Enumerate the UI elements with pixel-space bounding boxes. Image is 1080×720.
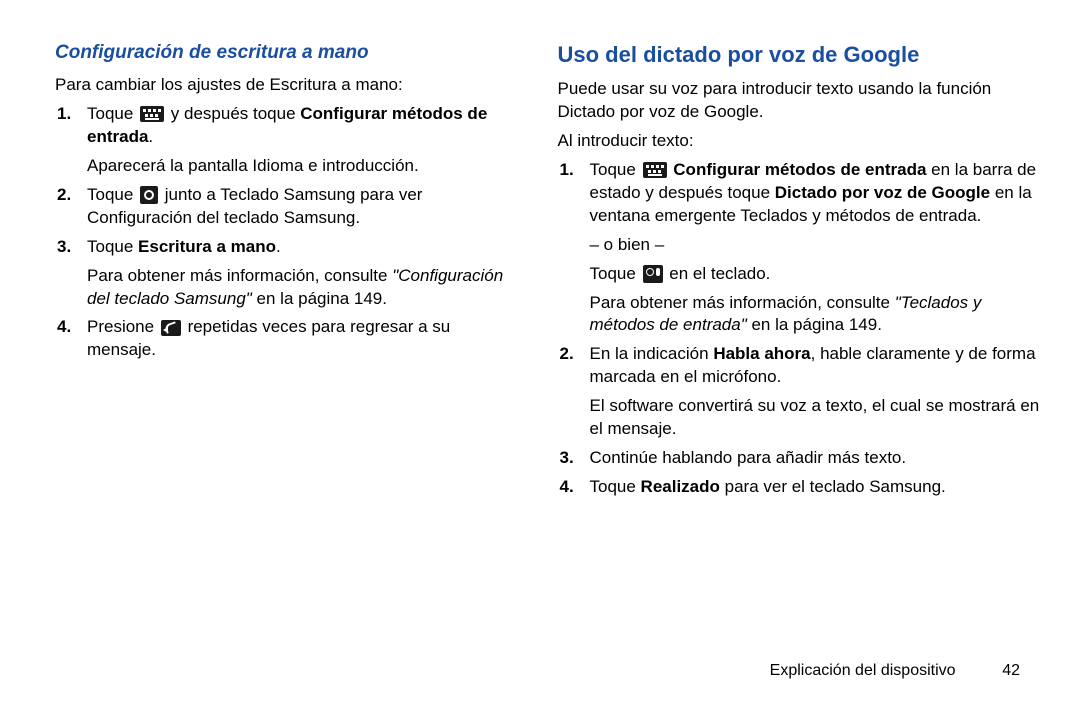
list-item: 2. Toque junto a Teclado Samsung para ve… [55,184,518,230]
left-column: Configuración de escritura a mano Para c… [55,42,548,505]
section-head: Uso del dictado por voz de Google [558,42,1041,68]
text: en la página 149. [747,315,882,334]
text: Presione [87,317,159,336]
footer-label: Explicación del dispositivo [770,662,956,679]
step-body: Continúe hablando para añadir más texto. [590,447,1041,470]
text: Toque [590,264,641,283]
keyboard-icon [643,162,667,178]
step-number: 2. [558,343,590,441]
text: – o bien – [590,234,1041,257]
step-body: Presione repetidas veces para regresar a… [87,316,518,362]
text: Toque [87,237,138,256]
intro-text: Al introducir texto: [558,130,1041,153]
text: Toque [590,160,641,179]
text: en el teclado. [669,264,770,283]
text: Continúe hablando para añadir más texto. [590,447,1041,470]
list-item: 3. Toque Escritura a mano. Para obtener … [55,236,518,311]
back-icon [161,320,181,336]
step-number: 1. [55,103,87,178]
text: El software convertirá su voz a texto, e… [590,395,1041,441]
right-column: Uso del dictado por voz de Google Puede … [548,42,1041,505]
text: Aparecerá la pantalla Idioma e introducc… [87,155,518,178]
text: para ver el teclado Samsung. [720,477,946,496]
step-body: Toque junto a Teclado Samsung para ver C… [87,184,518,230]
gear-icon [140,186,158,204]
list-item: 1. Toque y después toque Configurar méto… [55,103,518,178]
step-number: 2. [55,184,87,230]
manual-page: Configuración de escritura a mano Para c… [0,0,1080,505]
step-number: 3. [55,236,87,311]
step-number: 4. [558,476,590,499]
bold-text: Realizado [641,477,720,496]
intro-text: Para cambiar los ajustes de Escritura a … [55,74,518,97]
step-number: 4. [55,316,87,362]
step-body: Toque y después toque Configurar métodos… [87,103,518,178]
step-body: Toque Configurar métodos de entrada en l… [590,159,1041,338]
intro-text: Puede usar su voz para introducir texto … [558,78,1041,124]
text: . [148,127,153,146]
text: . [276,237,281,256]
bold-text: Habla ahora [713,344,810,363]
keyboard-icon [140,106,164,122]
step-number: 3. [558,447,590,470]
bold-text: Configurar métodos de entrada [673,160,926,179]
step-body: En la indicación Habla ahora, hable clar… [590,343,1041,441]
left-steps: 1. Toque y después toque Configurar méto… [55,103,518,362]
text: Toque [87,185,138,204]
text: en la página 149. [252,289,387,308]
step-body: Toque Escritura a mano. Para obtener más… [87,236,518,311]
list-item: 3. Continúe hablando para añadir más tex… [558,447,1041,470]
step-number: 1. [558,159,590,338]
list-item: 2. En la indicación Habla ahora, hable c… [558,343,1041,441]
bold-text: Dictado por voz de Google [775,183,990,202]
text: En la indicación [590,344,714,363]
list-item: 4. Toque Realizado para ver el teclado S… [558,476,1041,499]
page-footer: Explicación del dispositivo 42 [770,662,1020,680]
text: Toque [87,104,138,123]
text: Para obtener más información, consulte [87,266,392,285]
list-item: 4. Presione repetidas veces para regresa… [55,316,518,362]
list-item: 1. Toque Configurar métodos de entrada e… [558,159,1041,338]
text: Toque [590,477,641,496]
bold-text: Escritura a mano [138,237,276,256]
right-steps: 1. Toque Configurar métodos de entrada e… [558,159,1041,499]
text: Para obtener más información, consulte [590,293,895,312]
text: y después toque [171,104,300,123]
section-subhead: Configuración de escritura a mano [55,42,518,64]
gear-mic-icon [643,265,663,283]
step-body: Toque Realizado para ver el teclado Sams… [590,476,1041,499]
page-number: 42 [980,662,1020,680]
